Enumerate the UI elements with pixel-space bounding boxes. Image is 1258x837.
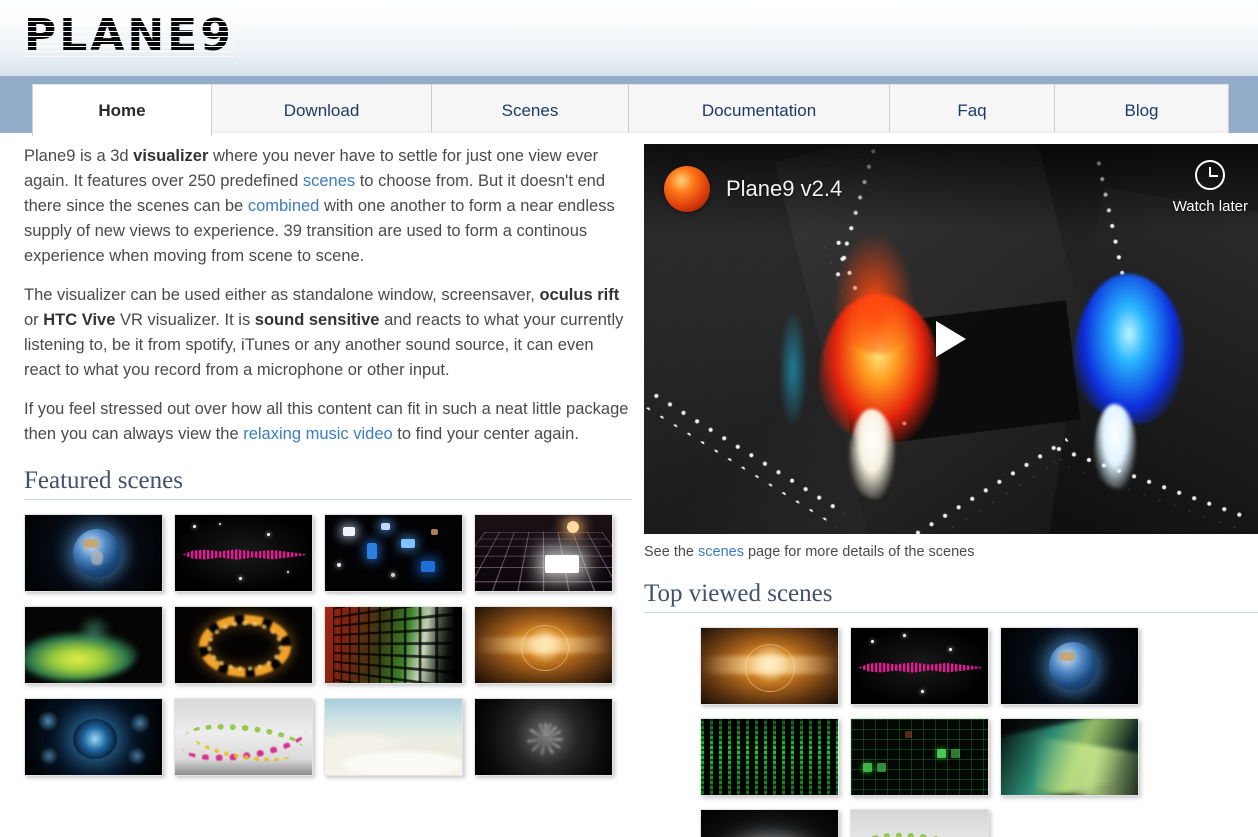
p1-bold-visualizer: visualizer	[133, 147, 209, 165]
intro-paragraph-3: If you feel stressed out over how all th…	[24, 397, 632, 447]
tab-blog-label: Blog	[1124, 100, 1159, 120]
intro-paragraph-2: The visualizer can be used either as sta…	[24, 283, 632, 383]
link-scenes[interactable]: scenes	[303, 172, 355, 190]
p1-text-1: Plane9 is a 3d	[24, 147, 134, 165]
video-blue-flame	[1074, 274, 1184, 424]
site-header: PLANE9	[0, 0, 1258, 76]
tab-download-label: Download	[283, 100, 360, 120]
link-scenes-caption[interactable]: scenes	[698, 544, 744, 560]
topviewed-thumb-dna[interactable]	[850, 809, 989, 837]
intro-paragraph-1: Plane9 is a 3d visualizer where you neve…	[24, 144, 632, 269]
video-title[interactable]: Plane9 v2.4	[726, 176, 842, 202]
clock-icon	[1195, 160, 1226, 190]
p3-text-2: to find your center again.	[392, 425, 579, 443]
p2-bold-sound-sensitive: sound sensitive	[254, 311, 380, 329]
caption-text-2: page for more details of the scenes	[743, 544, 975, 560]
featured-scenes-grid	[24, 514, 632, 776]
page-content: Plane9 is a 3d visualizer where you neve…	[0, 136, 1258, 837]
p2-text-2: or	[24, 311, 44, 329]
featured-thumb-pink-waveform[interactable]	[174, 514, 313, 592]
topviewed-thumb-white-ring[interactable]	[700, 809, 839, 837]
top-viewed-scenes-grid	[700, 627, 1258, 837]
youtube-video-player[interactable]: Plane9 v2.4 Watch later	[644, 144, 1258, 534]
caption-text-1: See the	[644, 544, 699, 560]
topviewed-thumb-teal-streaks[interactable]	[1000, 718, 1139, 796]
featured-thumb-dna[interactable]	[174, 698, 313, 776]
left-column: Plane9 is a 3d visualizer where you neve…	[24, 144, 632, 776]
featured-thumb-orange-ring[interactable]	[174, 606, 313, 684]
right-column: Plane9 v2.4 Watch later See the scenes p…	[644, 144, 1258, 837]
tab-documentation[interactable]: Documentation	[628, 84, 890, 136]
featured-thumb-green-smoke[interactable]	[24, 606, 163, 684]
tab-documentation-label: Documentation	[701, 100, 817, 120]
play-icon[interactable]	[936, 321, 966, 357]
top-viewed-scenes-heading: Top viewed scenes	[644, 580, 1258, 613]
featured-thumb-blue-lights[interactable]	[324, 514, 463, 592]
topviewed-thumb-pink-waveform[interactable]	[850, 627, 989, 705]
featured-thumb-golden-orb[interactable]	[474, 606, 613, 684]
link-combined[interactable]: combined	[248, 197, 320, 215]
featured-thumb-gray-starburst[interactable]	[474, 698, 613, 776]
tab-scenes[interactable]: Scenes	[431, 84, 629, 136]
topviewed-thumb-matrix-rain[interactable]	[700, 718, 839, 796]
featured-thumb-brick-wall[interactable]	[324, 606, 463, 684]
tab-faq[interactable]: Faq	[889, 84, 1055, 136]
video-caption: See the scenes page for more details of …	[644, 544, 1258, 560]
watch-later-button[interactable]: Watch later	[1173, 160, 1248, 215]
nav-tab-list: Home Download Scenes Documentation Faq B…	[32, 84, 1229, 136]
tab-faq-label: Faq	[957, 100, 987, 120]
site-logo[interactable]: PLANE9	[24, 12, 234, 60]
link-relaxing-music-video[interactable]: relaxing music video	[243, 425, 392, 443]
logo-text: PLANE9	[24, 12, 234, 60]
featured-thumb-blue-radial[interactable]	[24, 698, 163, 776]
main-navigation: Home Download Scenes Documentation Faq B…	[0, 76, 1258, 136]
p2-bold-oculus: oculus rift	[539, 286, 620, 304]
topviewed-thumb-earth[interactable]	[1000, 627, 1139, 705]
tab-blog[interactable]: Blog	[1054, 84, 1229, 136]
tab-home[interactable]: Home	[32, 84, 212, 136]
tab-download[interactable]: Download	[211, 84, 432, 136]
p2-text-3: VR visualizer. It is	[115, 311, 255, 329]
topviewed-thumb-dark-matrix-grid[interactable]	[850, 718, 989, 796]
tab-home-label: Home	[98, 100, 146, 120]
watch-later-label: Watch later	[1172, 198, 1248, 215]
p2-bold-htcvive: HTC Vive	[43, 311, 116, 329]
topviewed-thumb-golden-orb[interactable]	[700, 627, 839, 705]
featured-scenes-heading: Featured scenes	[24, 467, 632, 500]
tab-scenes-label: Scenes	[501, 100, 559, 120]
video-channel-avatar[interactable]	[664, 166, 710, 212]
p2-text-1: The visualizer can be used either as sta…	[24, 286, 540, 304]
featured-thumb-earth[interactable]	[24, 514, 163, 592]
logo-label: PLANE9	[24, 10, 234, 61]
featured-thumb-clouds[interactable]	[324, 698, 463, 776]
featured-thumb-grid-floor[interactable]	[474, 514, 613, 592]
